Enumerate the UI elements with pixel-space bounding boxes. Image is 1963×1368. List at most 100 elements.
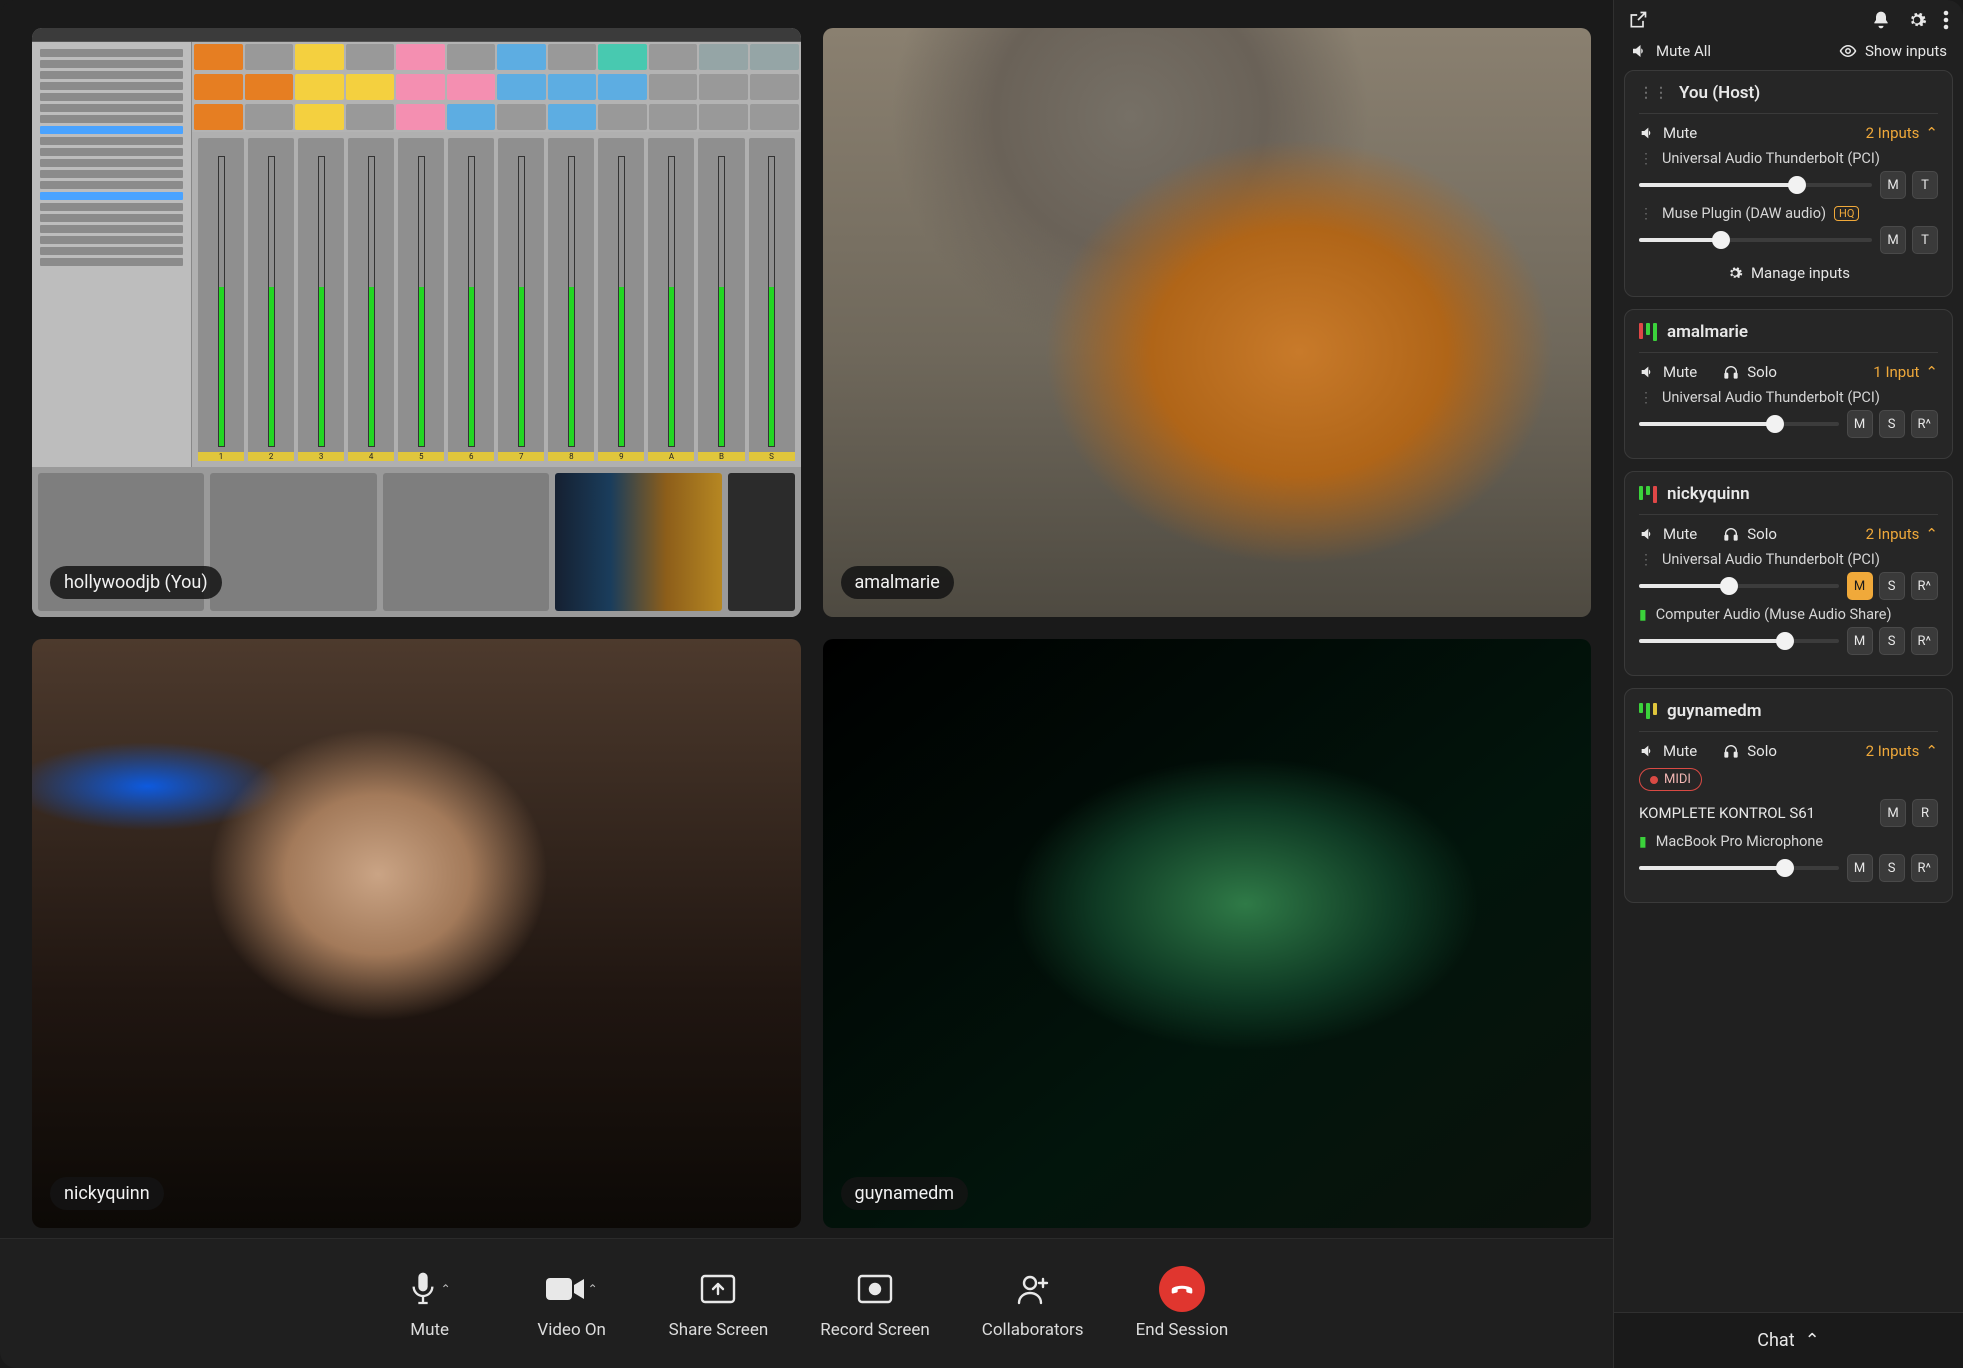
mute-toggle[interactable]: Mute bbox=[1639, 525, 1697, 543]
chip-m[interactable]: M bbox=[1847, 572, 1873, 600]
record-screen-icon bbox=[857, 1274, 893, 1304]
record-screen-button[interactable]: Record Screen bbox=[820, 1268, 930, 1340]
grip-icon[interactable]: ▮ bbox=[1639, 607, 1648, 623]
chip-m[interactable]: M bbox=[1880, 226, 1906, 254]
chip-m[interactable]: M bbox=[1880, 171, 1906, 199]
input-name: Computer Audio (Muse Audio Share) bbox=[1656, 606, 1892, 623]
collaborators-button[interactable]: Collaborators bbox=[982, 1268, 1084, 1340]
eye-icon bbox=[1839, 42, 1857, 60]
chevron-up-icon: ⌃ bbox=[1925, 525, 1938, 543]
vu-meter-icon bbox=[1639, 486, 1657, 503]
chip-m[interactable]: M bbox=[1847, 410, 1873, 438]
grip-icon[interactable]: ⋮⋮ bbox=[1639, 85, 1669, 101]
show-inputs-button[interactable]: Show inputs bbox=[1839, 42, 1947, 60]
manage-inputs-button[interactable]: Manage inputs bbox=[1639, 264, 1938, 282]
gear-icon[interactable] bbox=[1907, 10, 1927, 30]
solo-toggle[interactable]: Solo bbox=[1723, 742, 1777, 760]
solo-toggle[interactable]: Solo bbox=[1723, 525, 1777, 543]
participant-card-amalmarie: amalmarie Mute Solo 1 Input bbox=[1624, 309, 1953, 459]
bell-icon[interactable] bbox=[1871, 10, 1891, 30]
control-label: Record Screen bbox=[820, 1320, 930, 1340]
chip-m[interactable]: M bbox=[1847, 854, 1873, 882]
control-label: End Session bbox=[1136, 1320, 1229, 1340]
video-tile-hollywoodjb[interactable]: 1 2 3 4 5 6 7 8 9 A B S bbox=[32, 28, 801, 617]
chip-t[interactable]: T bbox=[1912, 226, 1938, 254]
input-name: Universal Audio Thunderbolt (PCI) bbox=[1662, 551, 1880, 568]
label: MIDI bbox=[1664, 772, 1691, 787]
sidebar: Mute All Show inputs ⋮⋮ You (Host) M bbox=[1613, 0, 1963, 1368]
inputs-toggle[interactable]: 2 Inputs ⌃ bbox=[1866, 525, 1938, 543]
grip-icon[interactable]: ⋮ bbox=[1639, 390, 1654, 406]
inputs-toggle[interactable]: 1 Input ⌃ bbox=[1873, 363, 1938, 381]
chip-s[interactable]: S bbox=[1879, 854, 1905, 882]
headphones-icon bbox=[1723, 526, 1739, 542]
daw-screenshare: 1 2 3 4 5 6 7 8 9 A B S bbox=[32, 28, 801, 617]
chip-t[interactable]: T bbox=[1912, 171, 1938, 199]
participant-card-guynamedm: guynamedm Mute Solo 2 Input bbox=[1624, 688, 1953, 903]
label: Mute bbox=[1663, 525, 1697, 543]
chevron-up-icon[interactable]: ⌃ bbox=[441, 1282, 451, 1296]
chevron-up-icon: ⌃ bbox=[1925, 742, 1938, 760]
volume-slider[interactable] bbox=[1639, 575, 1839, 597]
input-row: ▮ MacBook Pro Microphone bbox=[1639, 833, 1938, 850]
chip-r[interactable]: R^ bbox=[1911, 410, 1938, 438]
mute-toggle[interactable]: Mute bbox=[1639, 363, 1697, 381]
input-name: KOMPLETE KONTROL S61 bbox=[1639, 804, 1872, 822]
video-tile-guynamedm[interactable]: guynamedm bbox=[823, 639, 1592, 1228]
control-label: Mute bbox=[410, 1320, 449, 1340]
grip-icon[interactable]: ⋮ bbox=[1639, 552, 1654, 568]
chip-s[interactable]: S bbox=[1879, 627, 1905, 655]
grip-icon[interactable]: ⋮ bbox=[1639, 151, 1654, 167]
chip-m[interactable]: M bbox=[1880, 799, 1906, 827]
chip-r[interactable]: R^ bbox=[1911, 572, 1938, 600]
headphones-icon bbox=[1723, 364, 1739, 380]
volume-slider[interactable] bbox=[1639, 413, 1839, 435]
mute-toggle[interactable]: Mute bbox=[1639, 124, 1697, 142]
control-bar: ⌃ Mute ⌃ Video On Share Screen bbox=[0, 1238, 1613, 1368]
volume-slider[interactable] bbox=[1639, 857, 1839, 879]
chip-m[interactable]: M bbox=[1847, 627, 1873, 655]
popout-icon[interactable] bbox=[1628, 10, 1648, 30]
video-tile-amalmarie[interactable]: amalmarie bbox=[823, 28, 1592, 617]
mute-button[interactable]: ⌃ Mute bbox=[385, 1268, 475, 1340]
video-grid: 1 2 3 4 5 6 7 8 9 A B S bbox=[0, 0, 1613, 1238]
mute-toggle[interactable]: Mute bbox=[1639, 742, 1697, 760]
tile-label: guynamedm bbox=[841, 1177, 969, 1210]
more-icon[interactable] bbox=[1943, 10, 1949, 30]
share-screen-button[interactable]: Share Screen bbox=[669, 1268, 769, 1340]
chip-r[interactable]: R^ bbox=[1911, 854, 1938, 882]
input-name: Universal Audio Thunderbolt (PCI) bbox=[1662, 150, 1880, 167]
chip-s[interactable]: S bbox=[1879, 410, 1905, 438]
video-button[interactable]: ⌃ Video On bbox=[527, 1268, 617, 1340]
chat-toggle[interactable]: Chat ⌃ bbox=[1614, 1312, 1963, 1368]
solo-toggle[interactable]: Solo bbox=[1723, 363, 1777, 381]
chip-s[interactable]: S bbox=[1879, 572, 1905, 600]
label: 2 Inputs bbox=[1866, 525, 1920, 543]
end-session-button[interactable]: End Session bbox=[1136, 1268, 1229, 1340]
inputs-toggle[interactable]: 2 Inputs ⌃ bbox=[1866, 742, 1938, 760]
video-feed bbox=[32, 639, 801, 1228]
volume-slider[interactable] bbox=[1639, 229, 1872, 251]
chevron-up-icon[interactable]: ⌃ bbox=[588, 1282, 598, 1296]
label: 2 Inputs bbox=[1866, 124, 1920, 142]
label: 2 Inputs bbox=[1866, 742, 1920, 760]
show-inputs-label: Show inputs bbox=[1865, 42, 1947, 60]
volume-icon bbox=[1639, 364, 1655, 380]
volume-slider[interactable] bbox=[1639, 630, 1839, 652]
midi-badge: MIDI bbox=[1639, 768, 1702, 791]
inputs-toggle[interactable]: 2 Inputs ⌃ bbox=[1866, 124, 1938, 142]
volume-slider[interactable] bbox=[1639, 174, 1872, 196]
label: Manage inputs bbox=[1751, 264, 1850, 282]
participant-card-you: ⋮⋮ You (Host) Mute 2 Inputs ⌃ bbox=[1624, 70, 1953, 297]
chevron-up-icon: ⌃ bbox=[1805, 1330, 1820, 1351]
chip-r[interactable]: R bbox=[1912, 799, 1938, 827]
video-tile-nickyquinn[interactable]: nickyquinn bbox=[32, 639, 801, 1228]
grip-icon[interactable]: ▮ bbox=[1639, 834, 1648, 850]
tile-label: amalmarie bbox=[841, 566, 954, 599]
label: Solo bbox=[1747, 525, 1777, 543]
mute-all-label: Mute All bbox=[1656, 42, 1711, 60]
input-row: ⋮ Universal Audio Thunderbolt (PCI) bbox=[1639, 150, 1938, 167]
grip-icon[interactable]: ⋮ bbox=[1639, 206, 1654, 222]
mute-all-button[interactable]: Mute All bbox=[1630, 42, 1711, 60]
chip-r[interactable]: R^ bbox=[1911, 627, 1938, 655]
